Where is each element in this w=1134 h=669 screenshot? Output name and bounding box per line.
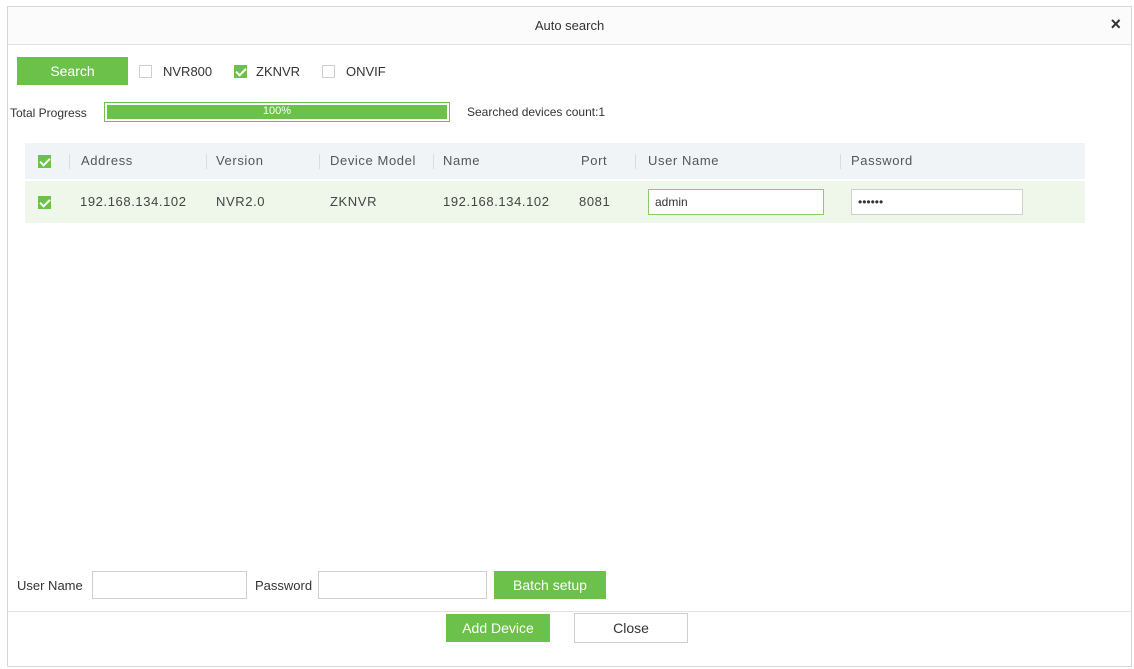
row-select-checkbox[interactable] bbox=[38, 196, 51, 209]
dialog-titlebar: Auto search × bbox=[8, 7, 1131, 45]
header-user-name[interactable]: User Name bbox=[648, 143, 719, 179]
dialog-title: Auto search bbox=[534, 18, 605, 33]
total-progress-label: Total Progress bbox=[10, 106, 87, 120]
filter-nvr800-checkbox[interactable] bbox=[139, 65, 152, 78]
column-divider bbox=[433, 154, 434, 169]
header-device-model[interactable]: Device Model bbox=[330, 143, 416, 179]
batch-password-input[interactable] bbox=[318, 571, 487, 599]
column-divider bbox=[69, 154, 70, 169]
row-password-input[interactable] bbox=[851, 189, 1023, 215]
cell-name: 192.168.134.102 bbox=[443, 194, 550, 209]
row-username-input[interactable] bbox=[648, 189, 824, 215]
filter-zknvr-label: ZKNVR bbox=[256, 64, 301, 79]
device-table-header: Address Version Device Model Name Port U… bbox=[25, 143, 1085, 179]
header-password[interactable]: Password bbox=[851, 143, 913, 179]
auto-search-dialog: Auto search × Search NVR800 ZKNVR ONVIF … bbox=[7, 6, 1132, 667]
select-all-checkbox[interactable] bbox=[38, 155, 51, 168]
table-row[interactable]: 192.168.134.102 NVR2.0 ZKNVR 192.168.134… bbox=[25, 181, 1085, 223]
searched-count-text: Searched devices count:1 bbox=[467, 105, 606, 119]
footer-divider bbox=[8, 611, 1131, 612]
header-address[interactable]: Address bbox=[81, 143, 133, 179]
filter-nvr800-label: NVR800 bbox=[163, 64, 213, 79]
header-port[interactable]: Port bbox=[581, 143, 607, 179]
column-divider bbox=[635, 154, 636, 169]
total-progress-bar: 100% bbox=[104, 102, 450, 122]
batch-username-input[interactable] bbox=[92, 571, 247, 599]
filter-zknvr-checkbox[interactable] bbox=[234, 65, 247, 78]
search-button[interactable]: Search bbox=[17, 57, 128, 85]
batch-username-label: User Name bbox=[17, 578, 83, 593]
add-device-button[interactable]: Add Device bbox=[446, 614, 550, 642]
filter-onvif-checkbox[interactable] bbox=[322, 65, 335, 78]
header-version[interactable]: Version bbox=[216, 143, 264, 179]
cell-version: NVR2.0 bbox=[216, 194, 266, 209]
batch-password-label: Password bbox=[255, 578, 313, 593]
close-button[interactable]: Close bbox=[574, 613, 688, 643]
cell-address: 192.168.134.102 bbox=[80, 194, 187, 209]
column-divider bbox=[840, 154, 841, 169]
column-divider bbox=[319, 154, 320, 169]
cell-port: 8081 bbox=[579, 194, 611, 209]
batch-setup-button[interactable]: Batch setup bbox=[494, 571, 606, 599]
progress-percent-text: 100% bbox=[262, 105, 292, 117]
filter-onvif-label: ONVIF bbox=[346, 64, 386, 79]
header-name[interactable]: Name bbox=[443, 143, 480, 179]
close-icon[interactable]: × bbox=[1110, 14, 1121, 34]
cell-device-model: ZKNVR bbox=[330, 194, 378, 209]
column-divider bbox=[206, 154, 207, 169]
